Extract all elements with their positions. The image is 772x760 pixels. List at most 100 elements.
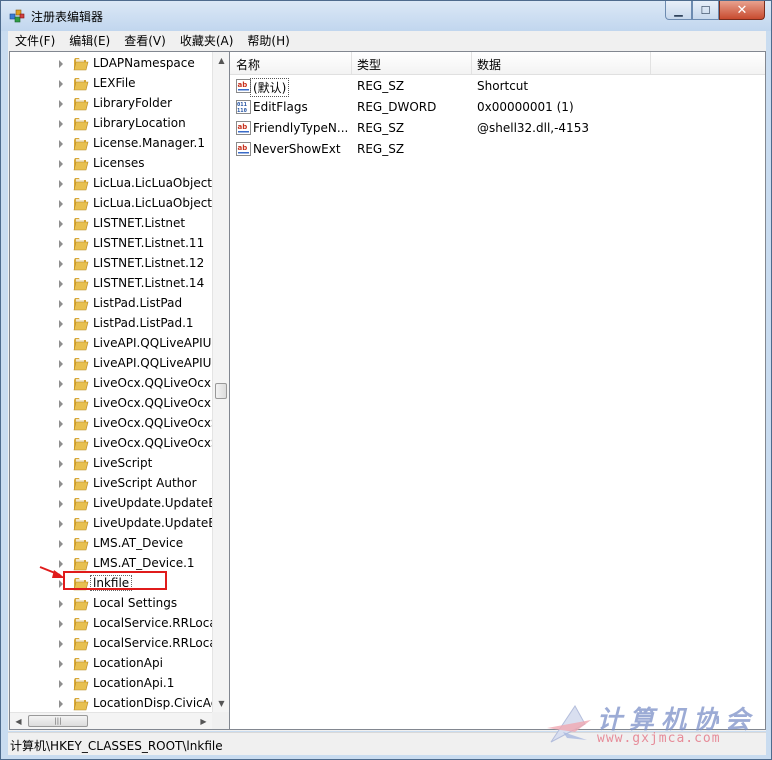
tree-item[interactable]: LiveUpdate.UpdateE	[10, 514, 216, 534]
folder-icon	[73, 518, 89, 531]
tree-item[interactable]: LiveOcx.QQLiveOcx.	[10, 394, 215, 414]
expand-arrow-icon[interactable]	[59, 300, 63, 308]
tree-item-label: Licenses	[93, 156, 145, 170]
column-header-type[interactable]: 类型	[357, 56, 381, 73]
expand-arrow-icon[interactable]	[59, 80, 63, 88]
column-header-name[interactable]: 名称	[236, 56, 260, 73]
tree-item[interactable]: LDAPNamespace	[10, 54, 210, 74]
expand-arrow-icon[interactable]	[59, 700, 63, 708]
tree-item[interactable]: LiveOcx.QQLiveOcxS	[10, 414, 219, 434]
tree-item[interactable]: LibraryLocation	[10, 114, 210, 134]
scroll-up-arrow-icon[interactable]: ▲	[213, 52, 229, 69]
expand-arrow-icon[interactable]	[59, 500, 63, 508]
tree-horizontal-scrollbar[interactable]: ◀ ||| ▶	[10, 712, 212, 729]
tree-item-label: LiveAPI.QQLiveAPIU	[93, 336, 212, 350]
expand-arrow-icon[interactable]	[59, 240, 63, 248]
column-divider[interactable]	[351, 52, 352, 74]
expand-arrow-icon[interactable]	[59, 360, 63, 368]
tree-item[interactable]: LicLua.LicLuaObject	[10, 174, 212, 194]
tree-item[interactable]: LocationDisp.CivicAc	[10, 694, 217, 714]
menu-view[interactable]: 查看(V)	[117, 32, 173, 49]
value-row[interactable]: 011 110 EditFlags REG_DWORD 0x00000001 (1)	[230, 97, 765, 118]
tree-item[interactable]: LISTNET.Listnet.12	[10, 254, 210, 274]
scroll-thumb-horizontal[interactable]: |||	[28, 715, 88, 727]
expand-arrow-icon[interactable]	[59, 640, 63, 648]
tree-vertical-scrollbar[interactable]: ▲ ▼	[212, 52, 229, 712]
maximize-button[interactable]: ☐	[692, 1, 719, 20]
expand-arrow-icon[interactable]	[59, 540, 63, 548]
expand-arrow-icon[interactable]	[59, 680, 63, 688]
tree-item[interactable]: LiveUpdate.UpdateE	[10, 494, 216, 514]
folder-icon	[73, 458, 89, 471]
column-header-data[interactable]: 数据	[477, 56, 501, 73]
menu-favorites[interactable]: 收藏夹(A)	[173, 32, 241, 49]
tree-item[interactable]: LocationApi.1	[10, 674, 210, 694]
expand-arrow-icon[interactable]	[59, 280, 63, 288]
tree-item[interactable]: LISTNET.Listnet.14	[10, 274, 210, 294]
column-divider[interactable]	[471, 52, 472, 74]
tree-item[interactable]: LocalService.RRLoca	[10, 614, 217, 634]
tree-item[interactable]: LiveAPI.QQLiveAPIU	[10, 354, 211, 374]
scroll-right-arrow-icon[interactable]: ▶	[195, 713, 212, 729]
menu-help[interactable]: 帮助(H)	[240, 32, 296, 49]
tree-item[interactable]: LiveAPI.QQLiveAPIU	[10, 334, 212, 354]
tree-item[interactable]: LicLua.LicLuaObject.	[10, 194, 216, 214]
value-data: @shell32.dll,-4153	[477, 121, 589, 135]
scroll-thumb[interactable]	[215, 383, 227, 399]
tree-item[interactable]: LISTNET.Listnet	[10, 214, 210, 234]
value-row[interactable]: ab NeverShowExt REG_SZ	[230, 139, 765, 160]
tree-item[interactable]: LocalService.RRLoca	[10, 634, 217, 654]
value-row[interactable]: ab (默认) REG_SZ Shortcut	[230, 76, 765, 97]
tree-item[interactable]: LISTNET.Listnet.11	[10, 234, 210, 254]
scroll-down-arrow-icon[interactable]: ▼	[213, 695, 229, 712]
expand-arrow-icon[interactable]	[59, 120, 63, 128]
expand-arrow-icon[interactable]	[59, 200, 63, 208]
scroll-left-arrow-icon[interactable]: ◀	[10, 713, 27, 729]
expand-arrow-icon[interactable]	[59, 160, 63, 168]
tree-item[interactable]: LiveScript Author	[10, 474, 210, 494]
tree-item[interactable]: Local Settings	[10, 594, 210, 614]
expand-arrow-icon[interactable]	[59, 260, 63, 268]
expand-arrow-icon[interactable]	[59, 400, 63, 408]
expand-arrow-icon[interactable]	[59, 460, 63, 468]
expand-arrow-icon[interactable]	[59, 380, 63, 388]
tree-item-label: LISTNET.Listnet.12	[93, 256, 205, 270]
menu-file[interactable]: 文件(F)	[8, 32, 62, 49]
value-row[interactable]: ab FriendlyTypeN... REG_SZ @shell32.dll,-41…	[230, 118, 765, 139]
value-name: EditFlags	[253, 100, 308, 114]
tree-item[interactable]: LMS.AT_Device	[10, 534, 210, 554]
key-tree-pane[interactable]: LocationDisp.CivicAc LocationApi.1 Locatio…	[9, 51, 230, 730]
tree-item[interactable]: ListPad.ListPad.1	[10, 314, 210, 334]
expand-arrow-icon[interactable]	[59, 340, 63, 348]
expand-arrow-icon[interactable]	[59, 440, 63, 448]
tree-item[interactable]: LiveOcx.QQLiveOcxS	[10, 434, 219, 454]
tree-item[interactable]: LiveOcx.QQLiveOcx	[10, 374, 211, 394]
tree-item[interactable]: Licenses	[10, 154, 210, 174]
expand-arrow-icon[interactable]	[59, 660, 63, 668]
tree-item[interactable]: LibraryFolder	[10, 94, 210, 114]
expand-arrow-icon[interactable]	[59, 220, 63, 228]
expand-arrow-icon[interactable]	[59, 180, 63, 188]
expand-arrow-icon[interactable]	[59, 520, 63, 528]
minimize-button[interactable]: ▁	[665, 1, 692, 20]
expand-arrow-icon[interactable]	[59, 140, 63, 148]
tree-item[interactable]: LocationApi	[10, 654, 210, 674]
expand-arrow-icon[interactable]	[59, 420, 63, 428]
tree-item[interactable]: LiveScript	[10, 454, 210, 474]
expand-arrow-icon[interactable]	[59, 320, 63, 328]
column-divider[interactable]	[650, 52, 651, 74]
title-bar[interactable]: 注册表编辑器 ▁ ☐ ✕	[1, 1, 771, 31]
close-button[interactable]: ✕	[719, 1, 765, 20]
menu-edit[interactable]: 编辑(E)	[62, 32, 117, 49]
tree-item[interactable]: LEXFile	[10, 74, 210, 94]
expand-arrow-icon[interactable]	[59, 620, 63, 628]
tree-item-label: LiveScript	[93, 456, 153, 470]
tree-item[interactable]: ListPad.ListPad	[10, 294, 210, 314]
expand-arrow-icon[interactable]	[59, 600, 63, 608]
tree-item[interactable]: License.Manager.1	[10, 134, 210, 154]
expand-arrow-icon[interactable]	[59, 100, 63, 108]
expand-arrow-icon[interactable]	[59, 60, 63, 68]
values-list-pane[interactable]: 名称 类型 数据 ab (默认) REG_SZ Shortcut 011 110 EditF…	[229, 51, 766, 730]
expand-arrow-icon[interactable]	[59, 480, 63, 488]
tree-item-label: ListPad.ListPad	[93, 296, 183, 310]
